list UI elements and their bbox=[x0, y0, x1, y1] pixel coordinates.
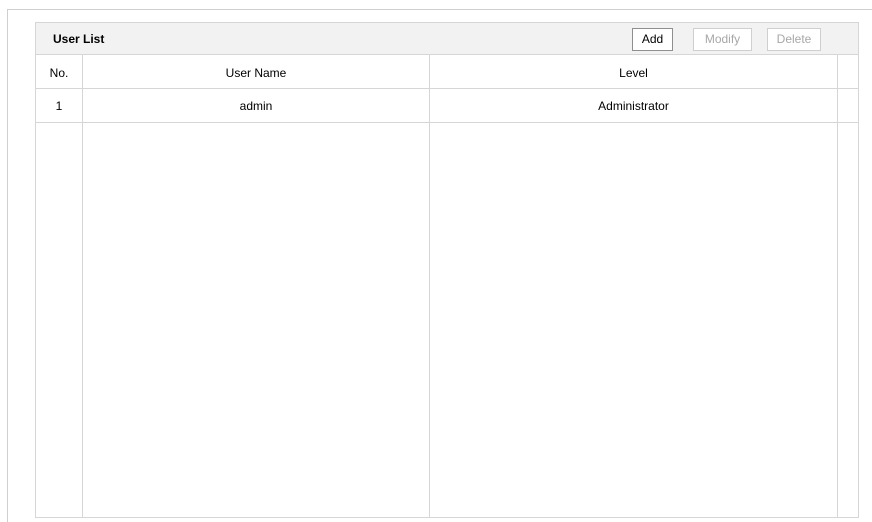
panel-header: User List Add Modify Delete bbox=[36, 23, 858, 55]
row-divider bbox=[36, 122, 858, 123]
modify-button[interactable]: Modify bbox=[693, 28, 752, 51]
user-list-panel: User List Add Modify Delete No. User Nam… bbox=[35, 22, 859, 518]
frame-top-border bbox=[7, 9, 872, 10]
delete-button[interactable]: Delete bbox=[767, 28, 821, 51]
add-button[interactable]: Add bbox=[632, 28, 673, 51]
cell-no: 1 bbox=[55, 99, 63, 113]
panel-title: User List bbox=[53, 32, 105, 46]
row-divider bbox=[36, 88, 858, 89]
column-divider bbox=[82, 55, 83, 517]
column-header-user-name: User Name bbox=[225, 66, 287, 80]
user-management-page: User List Add Modify Delete No. User Nam… bbox=[0, 0, 872, 522]
cell-level: Administrator bbox=[598, 99, 669, 113]
column-divider bbox=[429, 55, 430, 517]
column-header-no: No. bbox=[49, 66, 69, 80]
column-divider bbox=[837, 55, 838, 517]
frame-left-border bbox=[7, 9, 8, 522]
cell-user-name: admin bbox=[239, 99, 273, 113]
column-header-level: Level bbox=[619, 66, 648, 80]
